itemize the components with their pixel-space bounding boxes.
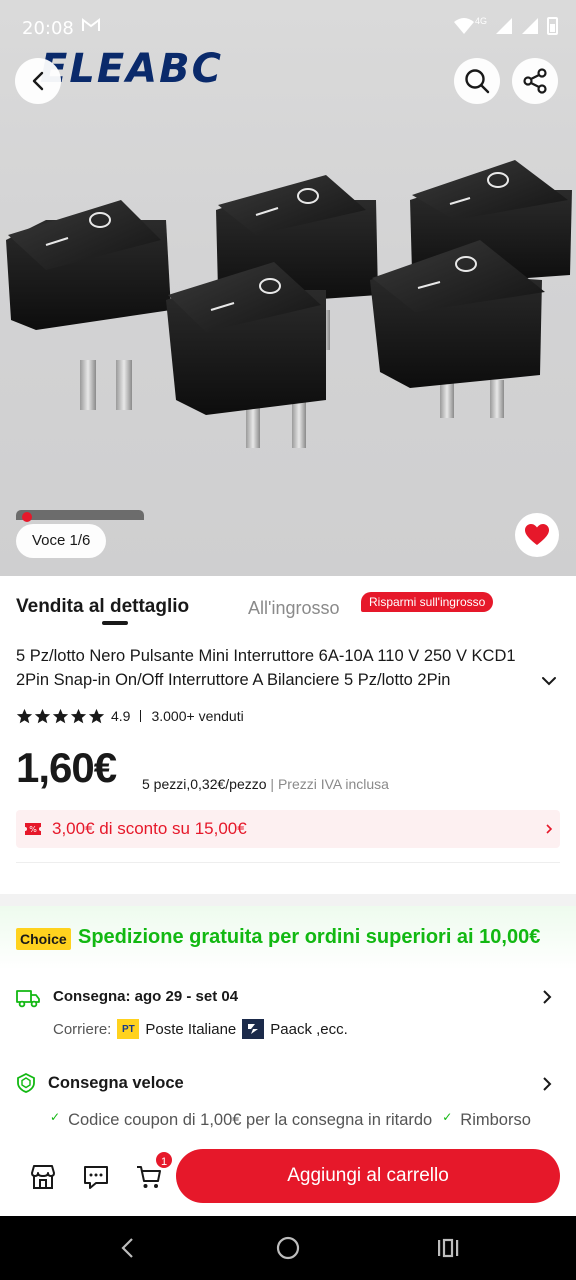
heart-icon bbox=[525, 524, 549, 545]
star-icon bbox=[16, 708, 33, 723]
poste-italiane-logo: PT bbox=[117, 1019, 140, 1039]
store-button[interactable] bbox=[28, 1162, 58, 1192]
svg-text:%: % bbox=[29, 825, 37, 834]
sold-count: 3.000+ venduti bbox=[151, 708, 244, 724]
brand-logo: ELEABC bbox=[40, 46, 223, 92]
active-tab-indicator bbox=[102, 621, 128, 625]
signal-icon bbox=[496, 18, 512, 34]
unit-price: 5 pezzi,0,32€/pezzo bbox=[142, 776, 267, 792]
star-icon bbox=[34, 708, 51, 723]
paack-logo bbox=[242, 1019, 265, 1039]
delivery-date: Consegna: ago 29 - set 04 bbox=[53, 988, 239, 1005]
cart-count-badge: 1 bbox=[154, 1150, 174, 1170]
gmail-icon bbox=[82, 16, 100, 37]
coupon-icon: % bbox=[25, 823, 41, 835]
chat-icon bbox=[84, 1166, 108, 1189]
status-time: 20:08 bbox=[22, 18, 74, 39]
nav-back-button[interactable] bbox=[112, 1234, 142, 1262]
chevron-right-icon bbox=[543, 1077, 552, 1091]
rating-value: 4.9 bbox=[111, 708, 131, 724]
price: 1,60€ bbox=[16, 744, 117, 791]
rating-row[interactable]: 4.9 3.000+ venduti bbox=[16, 706, 244, 726]
wholesale-savings-badge: Risparmi sull'ingrosso bbox=[361, 592, 494, 612]
fast-delivery-label: Consegna veloce bbox=[48, 1074, 184, 1092]
chevron-right-icon bbox=[546, 824, 553, 834]
star-icon bbox=[88, 708, 105, 723]
system-navigation-bar bbox=[0, 1216, 576, 1280]
tab-retail[interactable]: Vendita al dettaglio bbox=[16, 596, 189, 618]
share-button[interactable] bbox=[512, 58, 558, 104]
choice-badge: Choice bbox=[16, 928, 71, 950]
chevron-left-icon bbox=[32, 71, 44, 91]
chevron-down-icon[interactable] bbox=[540, 672, 558, 690]
carrier-1: Poste Italiane bbox=[145, 1020, 237, 1038]
signal-icon-2 bbox=[522, 18, 538, 34]
fast-delivery-section[interactable]: Consegna veloce Codice coupon di 1,00€ p… bbox=[16, 1070, 560, 1140]
choice-banner[interactable]: Choice Spedizione gratuita per ordini su… bbox=[0, 906, 576, 970]
back-button[interactable] bbox=[15, 58, 61, 104]
nav-recents-button[interactable] bbox=[433, 1234, 463, 1262]
carrier-2: Paack ,ecc. bbox=[270, 1020, 348, 1038]
vat-note: Prezzi IVA inclusa bbox=[277, 776, 389, 792]
network-type: 4G bbox=[474, 16, 487, 26]
search-icon bbox=[465, 69, 490, 94]
tab-wholesale[interactable]: All'ingrosso bbox=[248, 598, 339, 619]
chat-button[interactable] bbox=[81, 1162, 111, 1192]
star-icon bbox=[52, 708, 69, 723]
search-button[interactable] bbox=[454, 58, 500, 104]
perk-item: Codice coupon di 1,00€ per la consegna i… bbox=[50, 1110, 432, 1140]
coupon-banner[interactable]: % 3,00€ di sconto su 15,00€ bbox=[16, 810, 560, 848]
free-shipping-text: Spedizione gratuita per ordini superiori… bbox=[78, 926, 541, 948]
section-separator bbox=[0, 894, 576, 906]
back-arrow-icon bbox=[121, 1238, 133, 1258]
shield-icon bbox=[17, 1073, 35, 1093]
carrier-label: Corriere: bbox=[53, 1020, 112, 1038]
purchase-mode-tabs: Vendita al dettaglio All'ingrosso Rispar… bbox=[16, 592, 560, 626]
nav-home-button[interactable] bbox=[273, 1234, 303, 1262]
coupon-text: 3,00€ di sconto su 15,00€ bbox=[52, 819, 247, 838]
perk-item: Rimborso bbox=[442, 1110, 531, 1140]
recents-icon bbox=[438, 1238, 459, 1258]
product-image-gallery[interactable]: 20:08 4G ELEABC Voce 1/6 bbox=[0, 0, 576, 576]
fast-delivery-perks: Codice coupon di 1,00€ per la consegna i… bbox=[50, 1110, 576, 1140]
rating-stars bbox=[16, 708, 105, 725]
store-icon bbox=[31, 1165, 55, 1189]
divider bbox=[140, 710, 142, 722]
divider bbox=[16, 862, 560, 863]
delivery-section[interactable]: Consegna: ago 29 - set 04 Corriere: PT P… bbox=[16, 984, 560, 1044]
add-to-cart-button[interactable]: Aggiungi al carrello bbox=[176, 1149, 560, 1203]
carrier-row: Corriere: PT Poste Italiane Paack ,ecc. bbox=[53, 1019, 348, 1039]
battery-icon bbox=[547, 17, 558, 35]
home-circle-icon bbox=[276, 1236, 300, 1260]
wishlist-button[interactable] bbox=[515, 513, 559, 557]
promo-tag bbox=[16, 510, 144, 522]
product-title[interactable]: 5 Pz/lotto Nero Pulsante Mini Interrutto… bbox=[16, 644, 540, 692]
truck-icon bbox=[16, 990, 40, 1008]
chevron-right-icon bbox=[543, 990, 552, 1004]
wifi-icon bbox=[453, 18, 474, 34]
bottom-action-bar: 1 Aggiungi al carrello bbox=[0, 1140, 576, 1216]
image-counter: Voce 1/6 bbox=[16, 524, 107, 558]
price-detail: 5 pezzi,0,32€/pezzo | Prezzi IVA inclusa bbox=[142, 776, 389, 792]
product-image bbox=[6, 160, 572, 448]
star-icon bbox=[70, 708, 87, 723]
share-icon bbox=[523, 68, 547, 94]
